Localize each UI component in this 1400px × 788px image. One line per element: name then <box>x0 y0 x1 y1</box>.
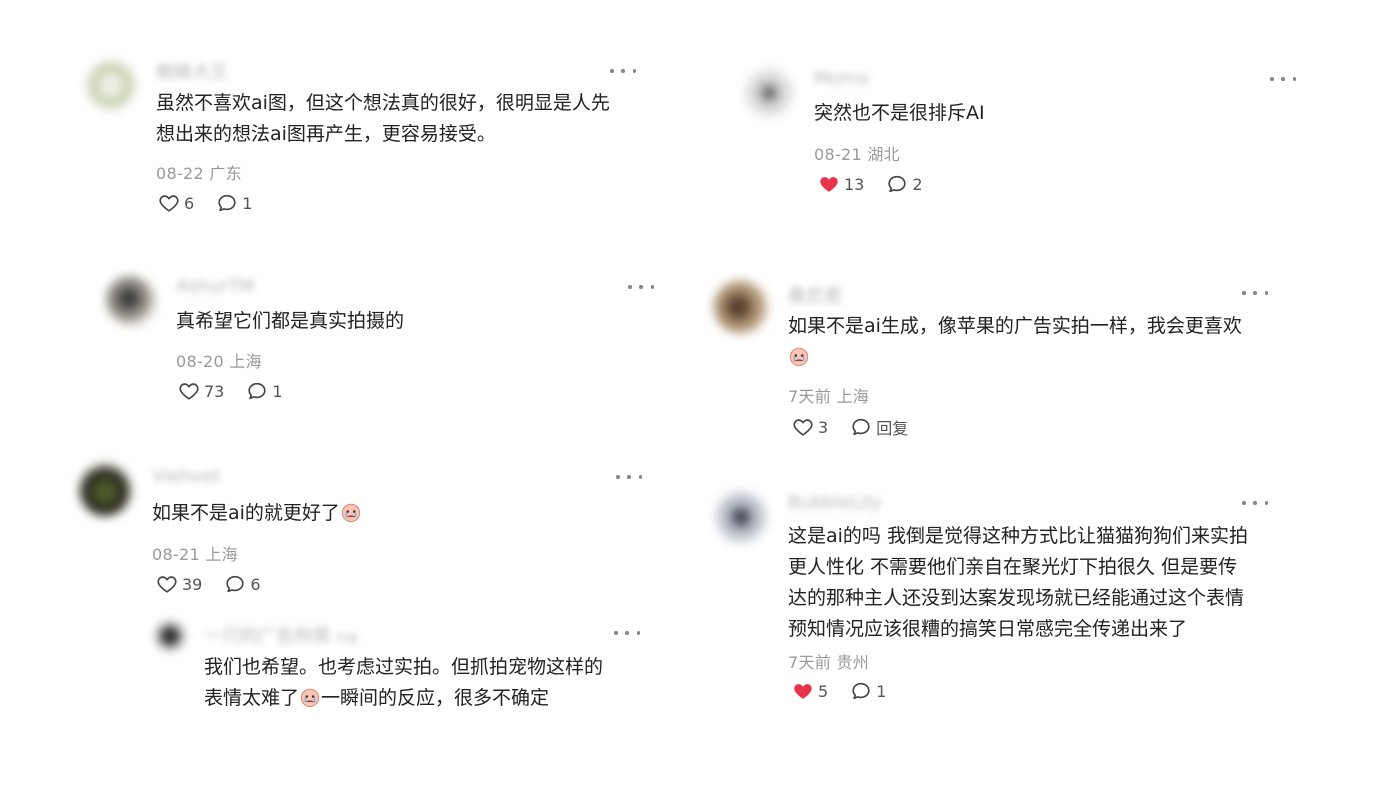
reply-button[interactable]: 1 <box>216 192 252 214</box>
like-button[interactable]: 5 <box>792 680 828 702</box>
username[interactable]: AshurTM <box>176 276 254 297</box>
avatar[interactable] <box>106 276 156 326</box>
like-button[interactable]: 13 <box>818 173 864 195</box>
crying-face-emoji <box>340 501 362 523</box>
avatar[interactable] <box>714 490 768 544</box>
like-count: 5 <box>818 681 829 701</box>
comment-line-text: 一瞬间的反应，很多不确定 <box>321 687 550 709</box>
like-count: 13 <box>844 174 865 194</box>
reply-count: 6 <box>250 574 261 594</box>
heart-outline-icon <box>158 192 180 214</box>
heart-filled-icon <box>792 680 814 702</box>
like-button[interactable]: 3 <box>792 416 828 438</box>
comment-line: 想出来的想法ai图再产生，更容易接受。 <box>156 123 496 145</box>
more-dots-icon[interactable] <box>1270 72 1296 86</box>
like-button[interactable]: 39 <box>156 573 202 595</box>
comment-line: 如果不是ai的就更好了 <box>152 498 362 529</box>
date-location: 7天前 贵州 <box>788 653 870 672</box>
reply-button[interactable]: 1 <box>850 680 886 702</box>
like-count: 6 <box>184 193 195 213</box>
date-location: 08-21 上海 <box>152 545 238 564</box>
crying-face-emoji <box>788 345 810 367</box>
username[interactable]: 桑尼君 <box>788 282 842 308</box>
comment-text: 我们也希望。也考虑过实拍。但抓拍宠物这样的 表情太难了 一瞬间的反应，很多不确定 <box>204 652 603 714</box>
comment-line-text: 如果不是ai的就更好了 <box>152 502 340 524</box>
comment-line: 这是ai的吗 我倒是觉得这种方式比让猫猫狗狗们来实拍 <box>788 525 1248 547</box>
reply-button[interactable]: 1 <box>246 380 283 402</box>
speech-bubble-icon <box>224 573 246 595</box>
author-badge: 作者 <box>336 632 358 645</box>
reply-count: 1 <box>242 193 253 213</box>
username[interactable]: 蜘蛛大王 <box>156 58 228 84</box>
date-location: 08-21 湖北 <box>814 145 900 164</box>
like-button[interactable]: 73 <box>178 380 224 402</box>
comment-actions: 6 1 <box>158 192 274 214</box>
comment-text: 虽然不喜欢ai图，但这个想法真的很好，很明显是人先 想出来的想法ai图再产生，更… <box>156 88 610 150</box>
avatar[interactable] <box>78 462 132 516</box>
date-location: 7天前 上海 <box>788 387 870 406</box>
avatar[interactable] <box>714 280 768 334</box>
username[interactable]: Momo <box>814 68 869 89</box>
heart-outline-icon <box>178 380 200 402</box>
comment-line <box>788 342 1242 373</box>
comment-line: 更人性化 不需要他们亲自在聚光灯下拍很久 但是要传 <box>788 556 1238 578</box>
like-count: 39 <box>182 574 203 594</box>
date-location: 08-22 广东 <box>156 164 242 183</box>
reply-button[interactable]: 6 <box>224 573 261 595</box>
speech-bubble-icon <box>246 380 268 402</box>
heart-outline-icon <box>156 573 178 595</box>
more-dots-icon[interactable] <box>610 64 636 78</box>
reply-button[interactable]: 回复 <box>850 415 908 439</box>
comment-line: 表情太难了 一瞬间的反应，很多不确定 <box>204 683 603 714</box>
comment-line: 真希望它们都是真实拍摄的 <box>176 310 405 332</box>
username[interactable]: BubbleLily <box>788 492 881 513</box>
comment-actions: 73 1 <box>178 380 305 402</box>
reply-count: 2 <box>912 174 923 194</box>
speech-bubble-icon <box>886 173 908 195</box>
comment-actions: 13 2 <box>818 173 945 195</box>
avatar[interactable] <box>744 68 794 118</box>
more-dots-icon[interactable] <box>1242 496 1268 510</box>
more-dots-icon[interactable] <box>614 626 640 640</box>
comment-line: 如果不是ai生成，像苹果的广告实拍一样，我会更喜欢 <box>788 315 1242 337</box>
comment-line: 我们也希望。也考虑过实拍。但抓拍宠物这样的 <box>204 656 604 678</box>
like-button[interactable]: 6 <box>158 192 194 214</box>
comment-text: 如果不是ai生成，像苹果的广告实拍一样，我会更喜欢 <box>788 311 1242 373</box>
comment-actions: 39 6 <box>156 573 283 595</box>
username[interactable]: 一只的广告热情 作者 <box>204 622 358 648</box>
comment-actions: 5 1 <box>792 680 908 702</box>
username[interactable]: Viehvet <box>152 466 220 487</box>
comment-text: 这是ai的吗 我倒是觉得这种方式比让猫猫狗狗们来实拍 更人性化 不需要他们亲自在… <box>788 521 1248 645</box>
heart-filled-icon <box>818 173 840 195</box>
heart-outline-icon <box>792 416 814 438</box>
like-count: 73 <box>204 381 225 401</box>
more-dots-icon[interactable] <box>1242 286 1268 300</box>
date-location: 08-20 上海 <box>176 352 262 371</box>
comment-text: 突然也不是很排斥AI <box>814 98 985 129</box>
more-dots-icon[interactable] <box>616 470 642 484</box>
crying-face-emoji <box>299 686 321 708</box>
speech-bubble-icon <box>850 680 872 702</box>
like-count: 3 <box>818 417 829 437</box>
comment-line: 预知情况应该很糟的搞笑日常感完全传递出来了 <box>788 618 1188 640</box>
speech-bubble-icon <box>850 416 872 438</box>
comment-text: 真希望它们都是真实拍摄的 <box>176 306 404 337</box>
avatar[interactable] <box>156 622 184 650</box>
more-dots-icon[interactable] <box>628 280 654 294</box>
comment-line: 虽然不喜欢ai图，但这个想法真的很好，很明显是人先 <box>156 92 610 114</box>
avatar[interactable] <box>86 60 136 110</box>
speech-bubble-icon <box>216 192 238 214</box>
reply-count: 1 <box>272 381 283 401</box>
comment-line: 突然也不是很排斥AI <box>814 102 985 124</box>
username-text: 一只的广告热情 <box>204 626 330 647</box>
reply-count: 1 <box>876 681 887 701</box>
reply-button[interactable]: 2 <box>886 173 923 195</box>
comment-line: 达的那种主人还没到达案发现场就已经能通过这个表情 <box>788 587 1245 609</box>
comment-actions: 3 回复 <box>792 415 930 439</box>
comment-text: 如果不是ai的就更好了 <box>152 498 362 529</box>
comment-line-text: 表情太难了 <box>204 687 300 709</box>
reply-label: 回复 <box>876 419 909 438</box>
